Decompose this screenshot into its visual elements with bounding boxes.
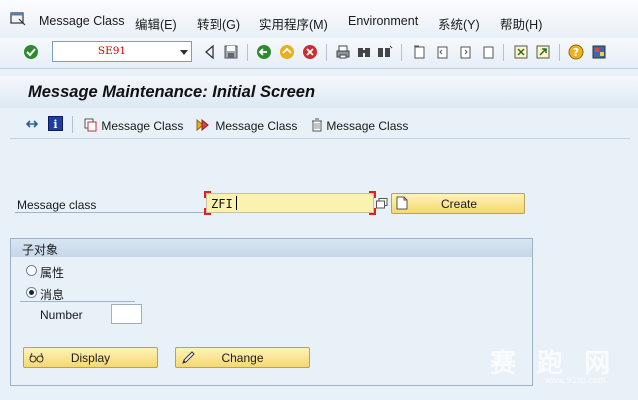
rename-message-class-label: Message Class: [215, 119, 298, 133]
enter-icon[interactable]: [23, 44, 39, 60]
menu-environment[interactable]: Environment: [348, 14, 418, 28]
toolbar-separator: [401, 44, 402, 61]
trash-icon: [312, 118, 322, 132]
toolbar-separator: [72, 116, 73, 133]
svg-text:i: i: [53, 118, 57, 131]
rename-message-class-button[interactable]: Message Class: [196, 118, 297, 133]
info-icon[interactable]: i: [48, 116, 63, 131]
message-class-label: Message class: [17, 198, 97, 212]
menu-system[interactable]: 系统(Y): [438, 14, 480, 33]
menu-message-class[interactable]: Message Class: [39, 14, 124, 28]
required-field-marker: [204, 191, 376, 215]
value-help-icon[interactable]: [376, 198, 388, 209]
display-button-label: Display: [70, 351, 111, 365]
find-icon[interactable]: [356, 44, 372, 60]
menu-window-icon[interactable]: [10, 12, 26, 26]
print-icon[interactable]: [335, 44, 351, 60]
display-button[interactable]: Display: [23, 347, 158, 368]
copy-icon: [84, 118, 97, 132]
find-next-icon[interactable]: [377, 44, 393, 60]
radio-underline: [20, 301, 135, 302]
command-field-value: SE91: [97, 45, 127, 57]
radio-attributes-label: 属性: [40, 266, 65, 280]
save-icon[interactable]: [223, 44, 239, 60]
change-button-label: Change: [221, 351, 264, 365]
toolbar-separator: [559, 44, 560, 61]
customize-layout-icon[interactable]: [591, 44, 607, 60]
create-button-label: Create: [440, 197, 478, 211]
exit-icon[interactable]: [279, 44, 295, 60]
delete-message-class-button[interactable]: Message Class: [311, 118, 408, 133]
next-page-icon[interactable]: [457, 44, 473, 60]
help-icon[interactable]: ?: [568, 44, 584, 60]
menu-goto[interactable]: 转到(G): [197, 14, 240, 33]
shortcut-icon[interactable]: [535, 44, 551, 60]
watermark-url: www.91sp.com: [545, 375, 606, 385]
create-button[interactable]: Create: [391, 193, 525, 214]
cancel-icon[interactable]: [302, 44, 318, 60]
chevron-down-icon[interactable]: [180, 50, 188, 55]
toolbar-separator: [326, 44, 327, 61]
command-field[interactable]: SE91: [52, 41, 192, 62]
radio-messages[interactable]: [26, 287, 37, 298]
back-icon[interactable]: [202, 44, 218, 60]
number-label: Number: [40, 308, 83, 322]
first-page-icon[interactable]: [411, 44, 427, 60]
other-object-icon[interactable]: [24, 117, 40, 132]
copy-message-class-button[interactable]: Message Class: [84, 118, 183, 133]
label-underline: [15, 212, 205, 213]
change-button[interactable]: Change: [175, 347, 310, 368]
rename-icon: [196, 118, 209, 132]
new-session-icon[interactable]: [513, 44, 529, 60]
last-page-icon[interactable]: [480, 44, 496, 60]
subobjects-group-header: [11, 239, 532, 257]
subobjects-title: 子对象: [22, 243, 59, 257]
toolbar-separator: [503, 44, 504, 61]
menu-utilities[interactable]: 实用程序(M): [259, 14, 328, 33]
number-input[interactable]: [111, 304, 142, 324]
menu-help[interactable]: 帮助(H): [500, 14, 542, 33]
copy-message-class-label: Message Class: [101, 119, 184, 133]
delete-message-class-label: Message Class: [326, 119, 409, 133]
svg-text:?: ?: [573, 46, 579, 59]
radio-attributes[interactable]: [26, 265, 37, 276]
menu-edit[interactable]: 编辑(E): [135, 14, 177, 33]
previous-page-icon[interactable]: [434, 44, 450, 60]
toolbar-separator: [247, 44, 248, 61]
page-title: Message Maintenance: Initial Screen: [28, 83, 316, 101]
back-nav-icon[interactable]: [256, 44, 272, 60]
